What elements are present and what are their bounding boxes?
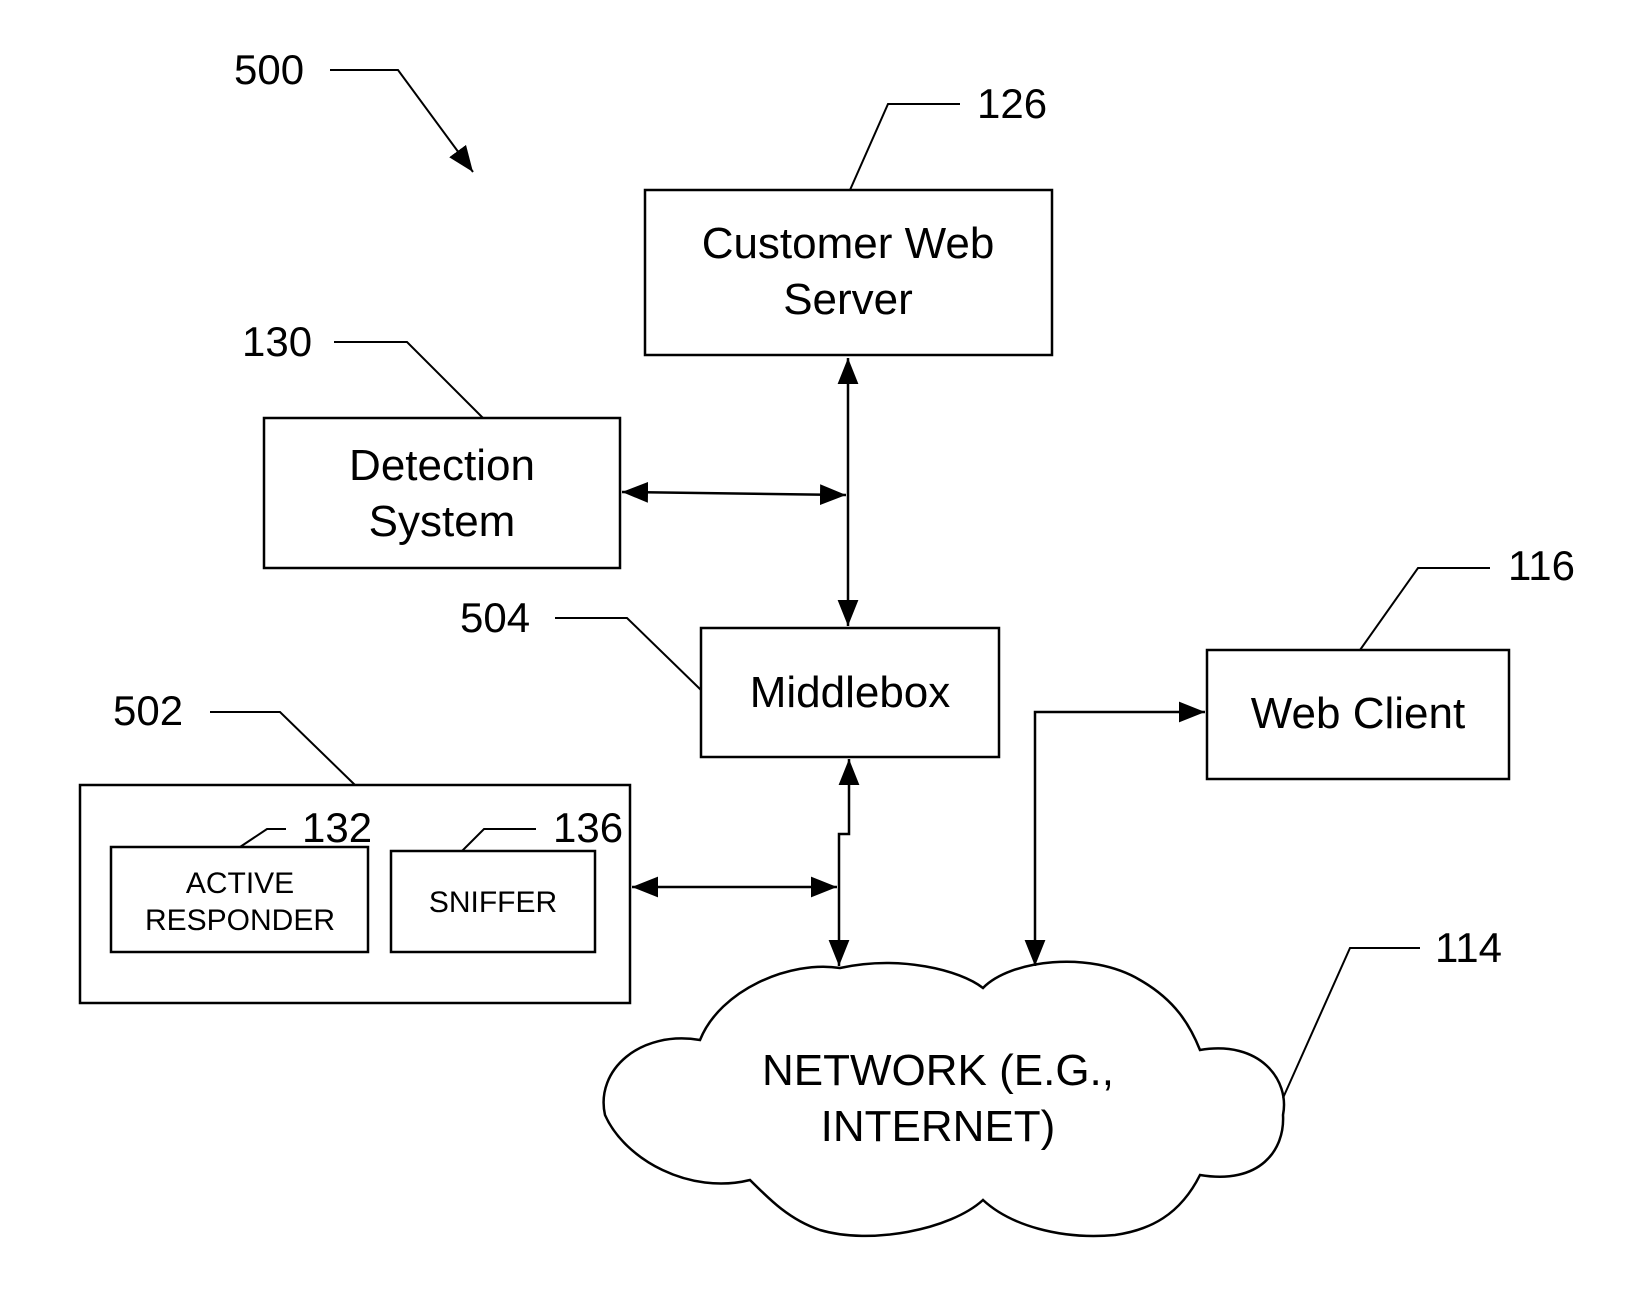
middlebox-label: Middlebox xyxy=(750,668,951,717)
group-502-leader xyxy=(210,711,356,786)
detection-system-ref: 130 xyxy=(242,318,312,365)
customer-web-server-ref: 126 xyxy=(977,80,1047,127)
web-client-node: Web Client xyxy=(1205,648,1511,781)
figure-ref-arrow xyxy=(330,69,474,173)
network-node: NETWORK (E.G., INTERNET) xyxy=(602,960,1286,1238)
figure-ref-label: 500 xyxy=(234,46,304,93)
customer-web-server-label-line2: Server xyxy=(783,275,913,324)
detection-connector xyxy=(621,481,847,506)
network-leader xyxy=(1282,947,1420,1099)
network-label-line2: INTERNET) xyxy=(821,1102,1056,1151)
diagram-canvas: 500 Customer Web Server 126 Detection Sy… xyxy=(78,46,1575,1238)
web-client-ref: 116 xyxy=(1508,542,1575,589)
web-client-label: Web Client xyxy=(1251,689,1465,738)
network-ref: 114 xyxy=(1435,924,1502,971)
network-webclient-connector xyxy=(1024,701,1205,966)
network-label-line1: NETWORK (E.G., xyxy=(762,1046,1114,1095)
middlebox-leader xyxy=(555,617,702,691)
web-client-leader xyxy=(1359,567,1490,651)
customer-web-server-node: Customer Web Server xyxy=(643,188,1054,357)
active-responder-label-line1: ACTIVE xyxy=(186,867,294,900)
customer-web-server-label-line1: Customer Web xyxy=(702,219,995,268)
middlebox-node: Middlebox xyxy=(699,626,1001,759)
network-cloud-shape xyxy=(602,960,1286,1238)
active-responder-ref: 132 xyxy=(302,804,372,851)
detection-system-label-line2: System xyxy=(369,497,516,546)
detection-system-node: Detection System xyxy=(262,416,622,570)
group-502-ref: 502 xyxy=(113,687,183,734)
active-responder-node: ACTIVE RESPONDER xyxy=(109,845,370,954)
active-responder-label-line2: RESPONDER xyxy=(145,904,335,937)
sniffer-node: SNIFFER xyxy=(389,849,597,954)
customer-web-server-box xyxy=(643,188,1054,357)
detection-system-leader xyxy=(334,341,484,419)
sniffer-ref: 136 xyxy=(553,804,623,851)
detection-system-label-line1: Detection xyxy=(349,441,535,490)
middlebox-network-connector xyxy=(828,759,860,966)
middlebox-ref: 504 xyxy=(460,594,530,641)
sniffer-label: SNIFFER xyxy=(429,886,557,919)
customer-web-server-leader xyxy=(849,103,960,191)
